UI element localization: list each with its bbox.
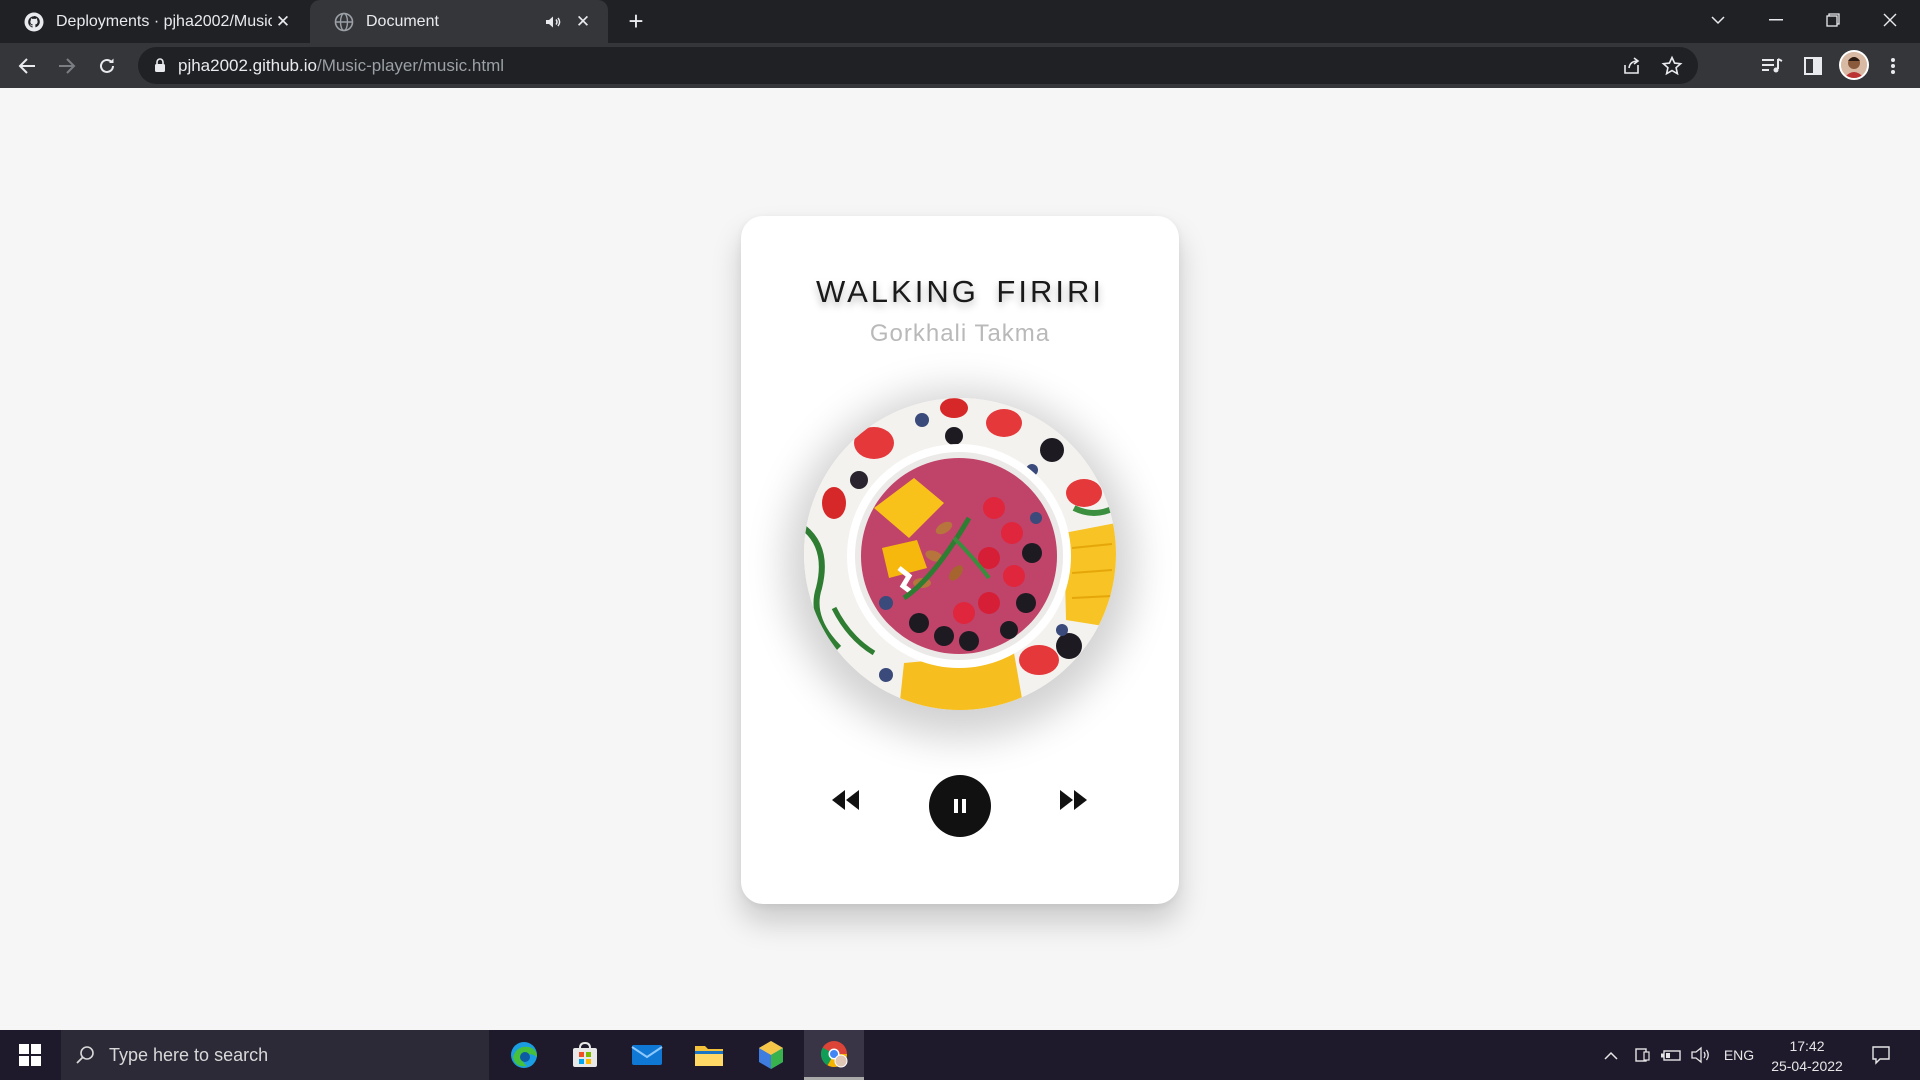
address-bar[interactable]: pjha2002.github.io/Music-player/music.ht… (138, 47, 1698, 84)
store-icon[interactable] (555, 1030, 615, 1080)
windows-taskbar: Type here to search ENG 17:42 25-04-2022 (0, 1030, 1920, 1080)
edge-icon[interactable] (494, 1030, 554, 1080)
search-icon (76, 1046, 94, 1064)
start-button[interactable] (0, 1030, 60, 1080)
reload-icon[interactable] (92, 51, 122, 81)
restore-icon[interactable] (1805, 0, 1861, 40)
next-button[interactable] (1058, 788, 1088, 812)
show-hidden-icons-chevron-icon[interactable] (1598, 1030, 1624, 1080)
browser-tab-strip: Deployments · pjha2002/Music-player ✕ Do… (0, 0, 1920, 43)
close-tab-icon[interactable]: ✕ (572, 11, 594, 33)
globe-icon (334, 12, 354, 31)
tab-search-icon[interactable] (1690, 0, 1746, 40)
notification-icon[interactable] (1864, 1030, 1898, 1080)
previous-icon (832, 790, 859, 810)
tab-title: Document (366, 12, 439, 30)
pause-button[interactable] (929, 775, 991, 837)
previous-button[interactable] (831, 788, 861, 812)
url-path: /Music-player/music.html (316, 56, 505, 75)
taskbar-search[interactable]: Type here to search (61, 1030, 489, 1080)
github-icon (24, 12, 44, 31)
fruit-bowl-image (804, 398, 1116, 710)
tab-deployments[interactable]: Deployments · pjha2002/Music-player ✕ (0, 0, 308, 43)
profile-avatar[interactable] (1839, 50, 1869, 80)
system-clock[interactable]: 17:42 25-04-2022 (1764, 1036, 1850, 1076)
album-art (804, 398, 1116, 710)
bookmark-star-icon[interactable] (1661, 55, 1683, 77)
speaker-icon[interactable] (542, 11, 564, 33)
side-panel-icon[interactable] (1800, 53, 1826, 79)
next-icon (1060, 790, 1087, 810)
more-menu-icon[interactable] (1880, 53, 1906, 79)
mail-icon[interactable] (617, 1030, 677, 1080)
volume-icon[interactable] (1688, 1030, 1714, 1080)
box-app-icon[interactable] (741, 1030, 801, 1080)
music-player-card: WALKING FIRIRI Gorkhali Takma (741, 216, 1179, 904)
forward-icon[interactable] (52, 51, 82, 81)
minimize-icon[interactable] (1748, 0, 1804, 40)
battery-icon[interactable] (1658, 1030, 1684, 1080)
tab-title: Deployments · pjha2002/Music-player (56, 12, 272, 30)
file-explorer-icon[interactable] (679, 1030, 739, 1080)
search-placeholder: Type here to search (109, 1044, 269, 1065)
back-icon[interactable] (12, 51, 42, 81)
close-window-icon[interactable] (1862, 0, 1918, 40)
pause-icon (954, 799, 966, 813)
url-text: pjha2002.github.io/Music-player/music.ht… (178, 47, 504, 84)
share-icon[interactable] (1621, 55, 1643, 77)
song-title: WALKING FIRIRI (816, 274, 1104, 309)
song-artist: Gorkhali Takma (869, 320, 1051, 347)
new-tab-button[interactable]: + (622, 8, 650, 35)
device-icon[interactable] (1630, 1030, 1654, 1080)
language-indicator[interactable]: ENG (1718, 1030, 1760, 1080)
windows-logo-icon (19, 1044, 41, 1066)
clock-time: 17:42 (1789, 1038, 1825, 1054)
browser-toolbar: pjha2002.github.io/Music-player/music.ht… (0, 43, 1920, 88)
close-tab-icon[interactable]: ✕ (272, 11, 294, 33)
lock-icon[interactable] (154, 58, 166, 73)
clock-date: 25-04-2022 (1771, 1058, 1843, 1074)
chrome-icon[interactable] (804, 1030, 864, 1080)
url-host: pjha2002.github.io (178, 56, 317, 75)
media-control-icon[interactable] (1759, 53, 1785, 79)
tab-document[interactable]: Document ✕ (310, 0, 608, 43)
